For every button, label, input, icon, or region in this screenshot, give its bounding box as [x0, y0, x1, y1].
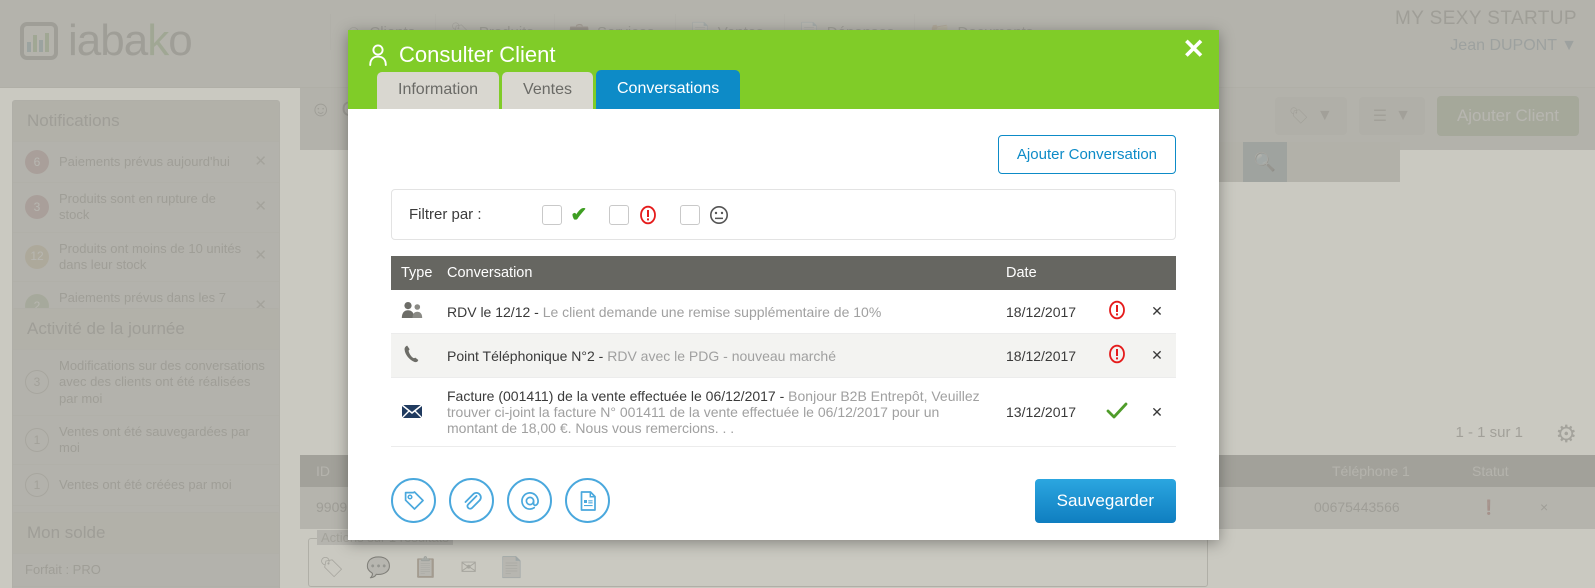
cell-type: [391, 333, 437, 378]
modal-title-row: Consulter Client: [348, 30, 1219, 68]
cell-date: 13/12/2017: [996, 377, 1096, 447]
row-remove-icon[interactable]: ✕: [1138, 290, 1176, 334]
conversation-title: Point Téléphonique N°2 -: [447, 347, 608, 364]
check-icon: ✔: [570, 204, 588, 226]
filter-option-alert[interactable]: [609, 204, 658, 225]
at-email-icon: [520, 491, 539, 510]
filter-checkbox-neutral[interactable]: [680, 204, 701, 225]
alert-icon: [1109, 344, 1125, 364]
cell-status: [1096, 377, 1138, 447]
neutral-face-icon: [710, 205, 729, 224]
col-date: Date: [996, 256, 1096, 290]
tab-conversations[interactable]: Conversations: [595, 70, 741, 109]
conversations-table: Type Conversation Date RDV le 12/12 - Le…: [391, 256, 1176, 447]
save-button[interactable]: Sauvegarder: [1034, 478, 1176, 523]
col-remove: [1138, 256, 1176, 290]
email-icon: [401, 403, 423, 418]
conversation-snippet: Le client demande une remise supplémenta…: [542, 303, 882, 320]
attachment-toolbar: [391, 478, 610, 523]
col-status: [1096, 256, 1138, 290]
email-button[interactable]: [507, 478, 552, 523]
conversation-title: Facture (001411) de la vente effectuée l…: [447, 388, 789, 404]
conversation-title: RDV le 12/12 -: [447, 303, 543, 320]
modal-header: Consulter Client ✕ Information Ventes Co…: [348, 30, 1219, 109]
filter-option-check[interactable]: ✔: [541, 202, 588, 227]
conversations-table-head: Type Conversation Date: [391, 256, 1176, 290]
conversations-table-body: RDV le 12/12 - Le client demande une rem…: [391, 290, 1176, 447]
row-remove-icon[interactable]: ✕: [1138, 333, 1176, 378]
tab-ventes[interactable]: Ventes: [502, 72, 593, 109]
cell-date: 18/12/2017: [996, 333, 1096, 378]
row-remove-icon[interactable]: ✕: [1138, 377, 1176, 447]
app-root: iabako ☺Clients 🏷Produits 💼Services 📄Ven…: [0, 0, 1595, 588]
alert-icon: [1109, 300, 1125, 320]
modal-body: Ajouter Conversation Filtrer par : ✔ Typ…: [348, 109, 1219, 461]
cell-status: [1096, 290, 1138, 334]
filter-bar: Filtrer par : ✔: [391, 189, 1176, 240]
col-conversation: Conversation: [437, 256, 996, 290]
add-conversation-row: Ajouter Conversation: [391, 109, 1176, 174]
filter-label: Filtrer par :: [409, 206, 482, 223]
close-icon[interactable]: ✕: [1182, 36, 1205, 63]
add-conversation-button[interactable]: Ajouter Conversation: [997, 135, 1176, 174]
tab-information[interactable]: Information: [377, 72, 500, 109]
table-row[interactable]: Facture (001411) de la vente effectuée l…: [391, 377, 1176, 447]
people-icon: [401, 302, 423, 318]
cell-status: [1096, 333, 1138, 378]
tag-button[interactable]: [391, 478, 436, 523]
filter-option-neutral[interactable]: [680, 204, 729, 225]
paperclip-icon: [464, 491, 482, 510]
attach-file-button[interactable]: [449, 478, 494, 523]
cell-type: [391, 377, 437, 447]
filter-checkbox-check[interactable]: [541, 204, 562, 225]
check-icon: [1106, 402, 1128, 418]
cell-conversation: Facture (001411) de la vente effectuée l…: [437, 377, 996, 447]
table-row[interactable]: RDV le 12/12 - Le client demande une rem…: [391, 290, 1176, 334]
tag-icon: [404, 490, 424, 510]
table-header-row: Type Conversation Date: [391, 256, 1176, 290]
alert-icon: [640, 205, 657, 224]
person-icon: [369, 44, 387, 66]
phone-icon: [404, 345, 419, 363]
cell-date: 18/12/2017: [996, 290, 1096, 334]
cell-conversation: RDV le 12/12 - Le client demande une rem…: [437, 290, 996, 334]
consulter-client-modal: Consulter Client ✕ Information Ventes Co…: [348, 30, 1219, 540]
modal-footer: Sauvegarder: [348, 461, 1219, 540]
col-type: Type: [391, 256, 437, 290]
conversation-snippet: RDV avec le PDG - nouveau marché: [607, 347, 836, 364]
cell-type: [391, 290, 437, 334]
cell-conversation: Point Téléphonique N°2 - RDV avec le PDG…: [437, 333, 996, 378]
modal-tabs: Information Ventes Conversations: [377, 70, 743, 109]
document-icon: [580, 490, 596, 511]
modal-title-text: Consulter Client: [399, 42, 556, 67]
table-row[interactable]: Point Téléphonique N°2 - RDV avec le PDG…: [391, 333, 1176, 378]
filter-checkbox-alert[interactable]: [609, 204, 630, 225]
document-button[interactable]: [565, 478, 610, 523]
